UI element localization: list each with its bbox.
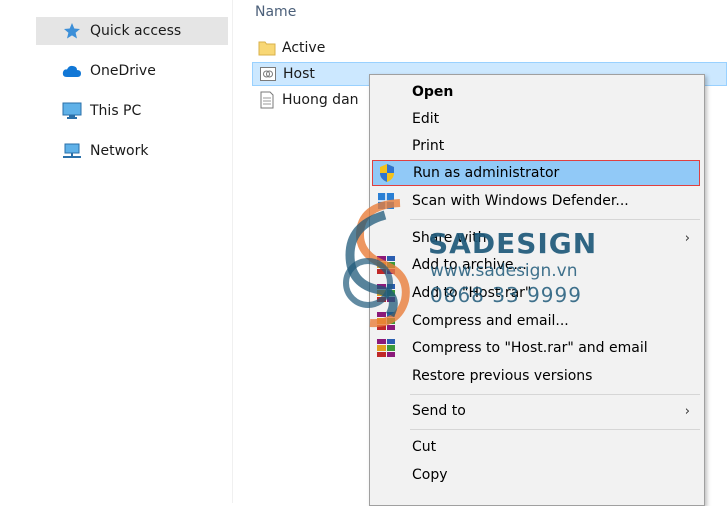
menu-separator [410, 219, 700, 220]
menu-item-scan-defender[interactable]: Scan with Windows Defender... [370, 188, 704, 214]
nav-item-this-pc[interactable]: This PC [36, 97, 228, 125]
folder-icon [258, 39, 276, 57]
winrar-icon [376, 255, 396, 275]
winrar-icon [376, 311, 396, 331]
file-name: Active [282, 40, 326, 56]
menu-item-compress-to-host-rar-email[interactable]: Compress to "Host.rar" and email [370, 335, 704, 361]
text-file-icon [258, 91, 276, 109]
nav-label: This PC [90, 103, 142, 119]
nav-label: Network [90, 143, 149, 159]
file-system-icon [259, 65, 277, 83]
column-header-name[interactable]: Name [255, 4, 296, 20]
menu-label: Cut [412, 439, 437, 455]
menu-label: Open [412, 84, 454, 100]
nav-label: OneDrive [90, 63, 156, 79]
menu-label: Run as administrator [413, 165, 560, 181]
menu-label: Add to "Host.rar" [412, 285, 532, 301]
chevron-right-icon: › [684, 230, 690, 246]
nav-item-onedrive[interactable]: OneDrive [36, 57, 228, 85]
menu-item-add-to-archive[interactable]: Add to archive... [370, 252, 704, 278]
menu-label: Add to archive... [412, 257, 527, 273]
context-menu: Open Edit Print Run as administrator Sca… [369, 74, 705, 506]
file-name: Host [283, 66, 315, 82]
menu-item-restore-previous-versions[interactable]: Restore previous versions [370, 363, 704, 389]
menu-item-copy[interactable]: Copy [370, 462, 704, 488]
menu-item-open[interactable]: Open [370, 79, 704, 105]
nav-label: Quick access [90, 23, 182, 39]
menu-label: Compress and email... [412, 313, 569, 329]
winrar-icon [376, 283, 396, 303]
menu-separator [410, 394, 700, 395]
chevron-right-icon: › [684, 403, 690, 419]
file-name: Huong dan [282, 92, 359, 108]
menu-label: Restore previous versions [412, 368, 593, 384]
menu-label: Send to [412, 403, 466, 419]
shield-icon [377, 163, 397, 183]
file-row-active[interactable]: Active [252, 36, 727, 60]
menu-label: Scan with Windows Defender... [412, 193, 629, 209]
nav-item-quick-access[interactable]: Quick access [36, 17, 228, 45]
menu-item-print[interactable]: Print [370, 133, 704, 159]
menu-item-run-as-administrator[interactable]: Run as administrator [372, 160, 700, 186]
winrar-icon [376, 338, 396, 358]
windows-defender-icon [376, 191, 396, 211]
menu-label: Print [412, 138, 445, 154]
menu-label: Copy [412, 467, 448, 483]
menu-label: Compress to "Host.rar" and email [412, 340, 648, 356]
menu-item-edit[interactable]: Edit [370, 106, 704, 132]
menu-item-compress-and-email[interactable]: Compress and email... [370, 308, 704, 334]
menu-separator [410, 429, 700, 430]
menu-label: Edit [412, 111, 440, 127]
menu-item-cut[interactable]: Cut [370, 434, 704, 460]
star-icon [62, 22, 82, 40]
menu-item-send-to[interactable]: Send to › [370, 398, 704, 424]
menu-item-add-to-host-rar[interactable]: Add to "Host.rar" [370, 280, 704, 306]
monitor-icon [62, 102, 82, 120]
network-icon [62, 142, 82, 160]
menu-label: Share with [412, 230, 487, 246]
menu-item-share-with[interactable]: Share with › [370, 225, 704, 251]
navigation-pane: Quick access OneDrive This PC Network [0, 0, 233, 503]
cloud-icon [62, 62, 82, 80]
nav-item-network[interactable]: Network [36, 137, 228, 165]
